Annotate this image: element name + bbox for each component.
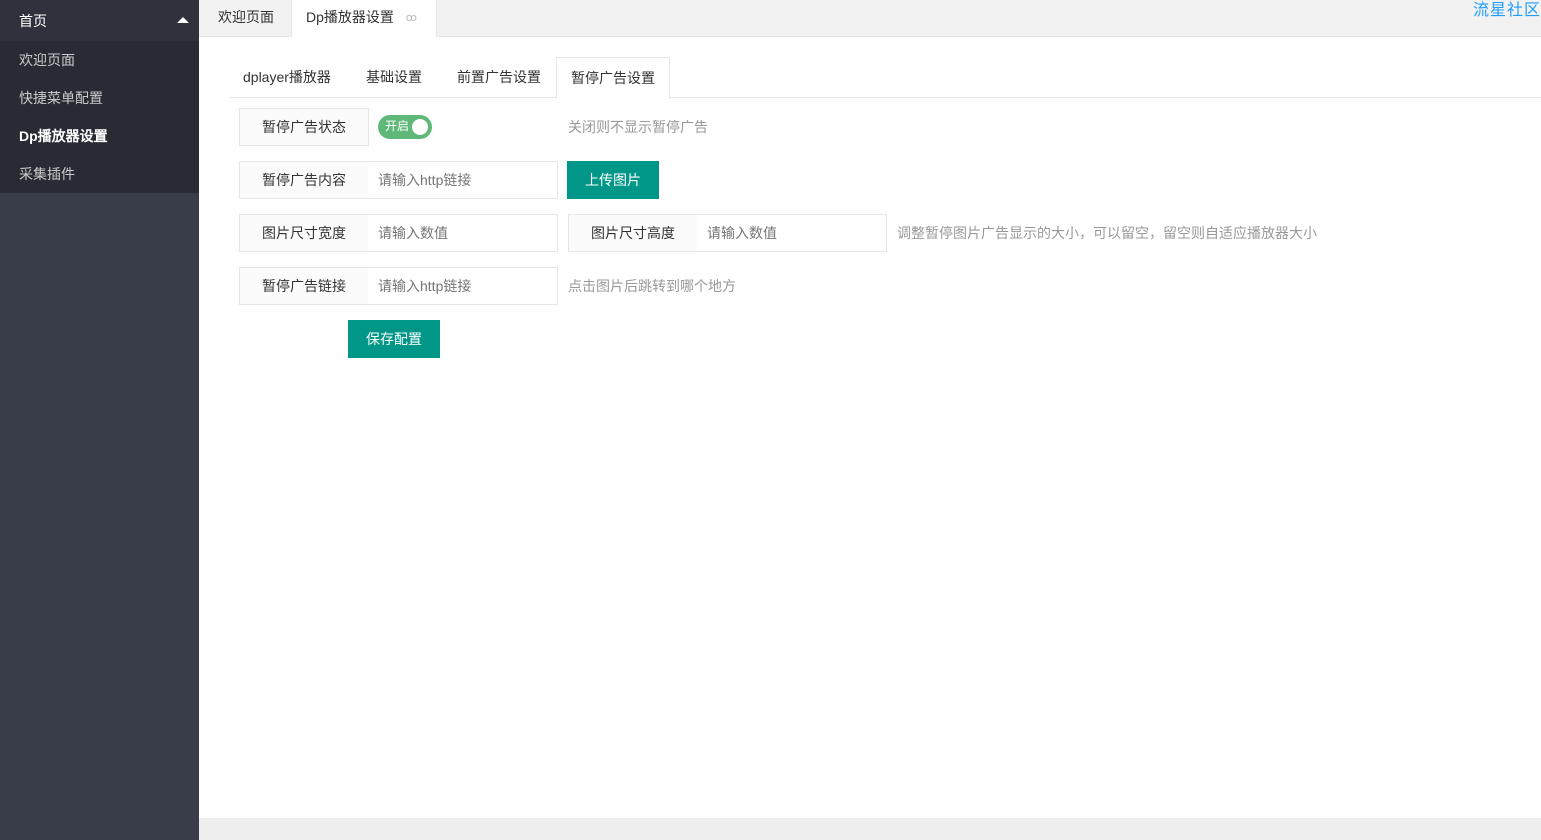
status-hint: 关闭则不显示暂停广告 — [568, 119, 708, 135]
content-url-input[interactable] — [368, 161, 558, 199]
close-icon[interactable]: ꝏ — [406, 1, 417, 35]
caret-up-icon — [177, 16, 189, 23]
link-hint: 点击图片后跳转到哪个地方 — [568, 278, 736, 294]
tab-dp-player[interactable]: Dp播放器设置 ꝏ — [292, 0, 437, 37]
content-label: 暂停广告内容 — [239, 161, 369, 199]
sidebar-group-home[interactable]: 首页 — [0, 0, 199, 41]
form-row-content: 暂停广告内容 上传图片 — [239, 161, 1439, 199]
page-tabbar: 欢迎页面 Dp播放器设置 ꝏ 流星社区 — [199, 0, 1541, 37]
footer-bar — [199, 818, 1541, 840]
link-url-input[interactable] — [368, 267, 558, 305]
tab-basic-settings[interactable]: 基础设置 — [347, 57, 442, 98]
sidebar-submenu: 欢迎页面 快捷菜单配置 Dp播放器设置 采集插件 — [0, 41, 199, 193]
toggle-knob — [412, 119, 428, 135]
form-row-status: 暂停广告状态 开启 关闭则不显示暂停广告 — [239, 108, 1439, 146]
main-content: dplayer播放器 基础设置 前置广告设置 暂停广告设置 暂停广告状态 开启 … — [199, 37, 1541, 818]
sidebar-item-quick-menu[interactable]: 快捷菜单配置 — [0, 79, 199, 117]
tab-dplayer[interactable]: dplayer播放器 — [229, 57, 347, 98]
height-label: 图片尺寸高度 — [568, 214, 698, 252]
upload-image-button[interactable]: 上传图片 — [567, 161, 659, 199]
form-row-size: 图片尺寸宽度 图片尺寸高度 调整暂停图片广告显示的大小，可以留空，留空则自适应播… — [239, 214, 1439, 252]
sidebar-item-dp-player[interactable]: Dp播放器设置 — [0, 117, 199, 155]
status-toggle[interactable]: 开启 — [378, 115, 432, 139]
tab-pre-ad-settings[interactable]: 前置广告设置 — [442, 57, 556, 98]
form-row-link: 暂停广告链接 点击图片后跳转到哪个地方 — [239, 267, 1439, 305]
save-config-button[interactable]: 保存配置 — [348, 320, 440, 358]
size-hint: 调整暂停图片广告显示的大小，可以留空，留空则自适应播放器大小 — [897, 225, 1317, 241]
link-label: 暂停广告链接 — [239, 267, 369, 305]
settings-tabs: dplayer播放器 基础设置 前置广告设置 暂停广告设置 — [229, 57, 1541, 99]
brand-link[interactable]: 流星社区 — [1473, 0, 1541, 20]
sidebar-item-collect-plugin[interactable]: 采集插件 — [0, 155, 199, 193]
width-label: 图片尺寸宽度 — [239, 214, 369, 252]
tab-pause-ad-settings[interactable]: 暂停广告设置 — [556, 57, 670, 99]
sidebar-item-welcome[interactable]: 欢迎页面 — [0, 41, 199, 79]
status-label: 暂停广告状态 — [239, 108, 369, 146]
tab-label: 欢迎页面 — [218, 9, 274, 25]
sidebar: 首页 欢迎页面 快捷菜单配置 Dp播放器设置 采集插件 — [0, 0, 199, 840]
toggle-text: 开启 — [385, 119, 410, 133]
tab-welcome[interactable]: 欢迎页面 — [199, 0, 292, 37]
height-input[interactable] — [697, 214, 887, 252]
tab-label: Dp播放器设置 — [306, 9, 394, 25]
sidebar-group-title: 首页 — [19, 12, 47, 29]
width-input[interactable] — [368, 214, 558, 252]
